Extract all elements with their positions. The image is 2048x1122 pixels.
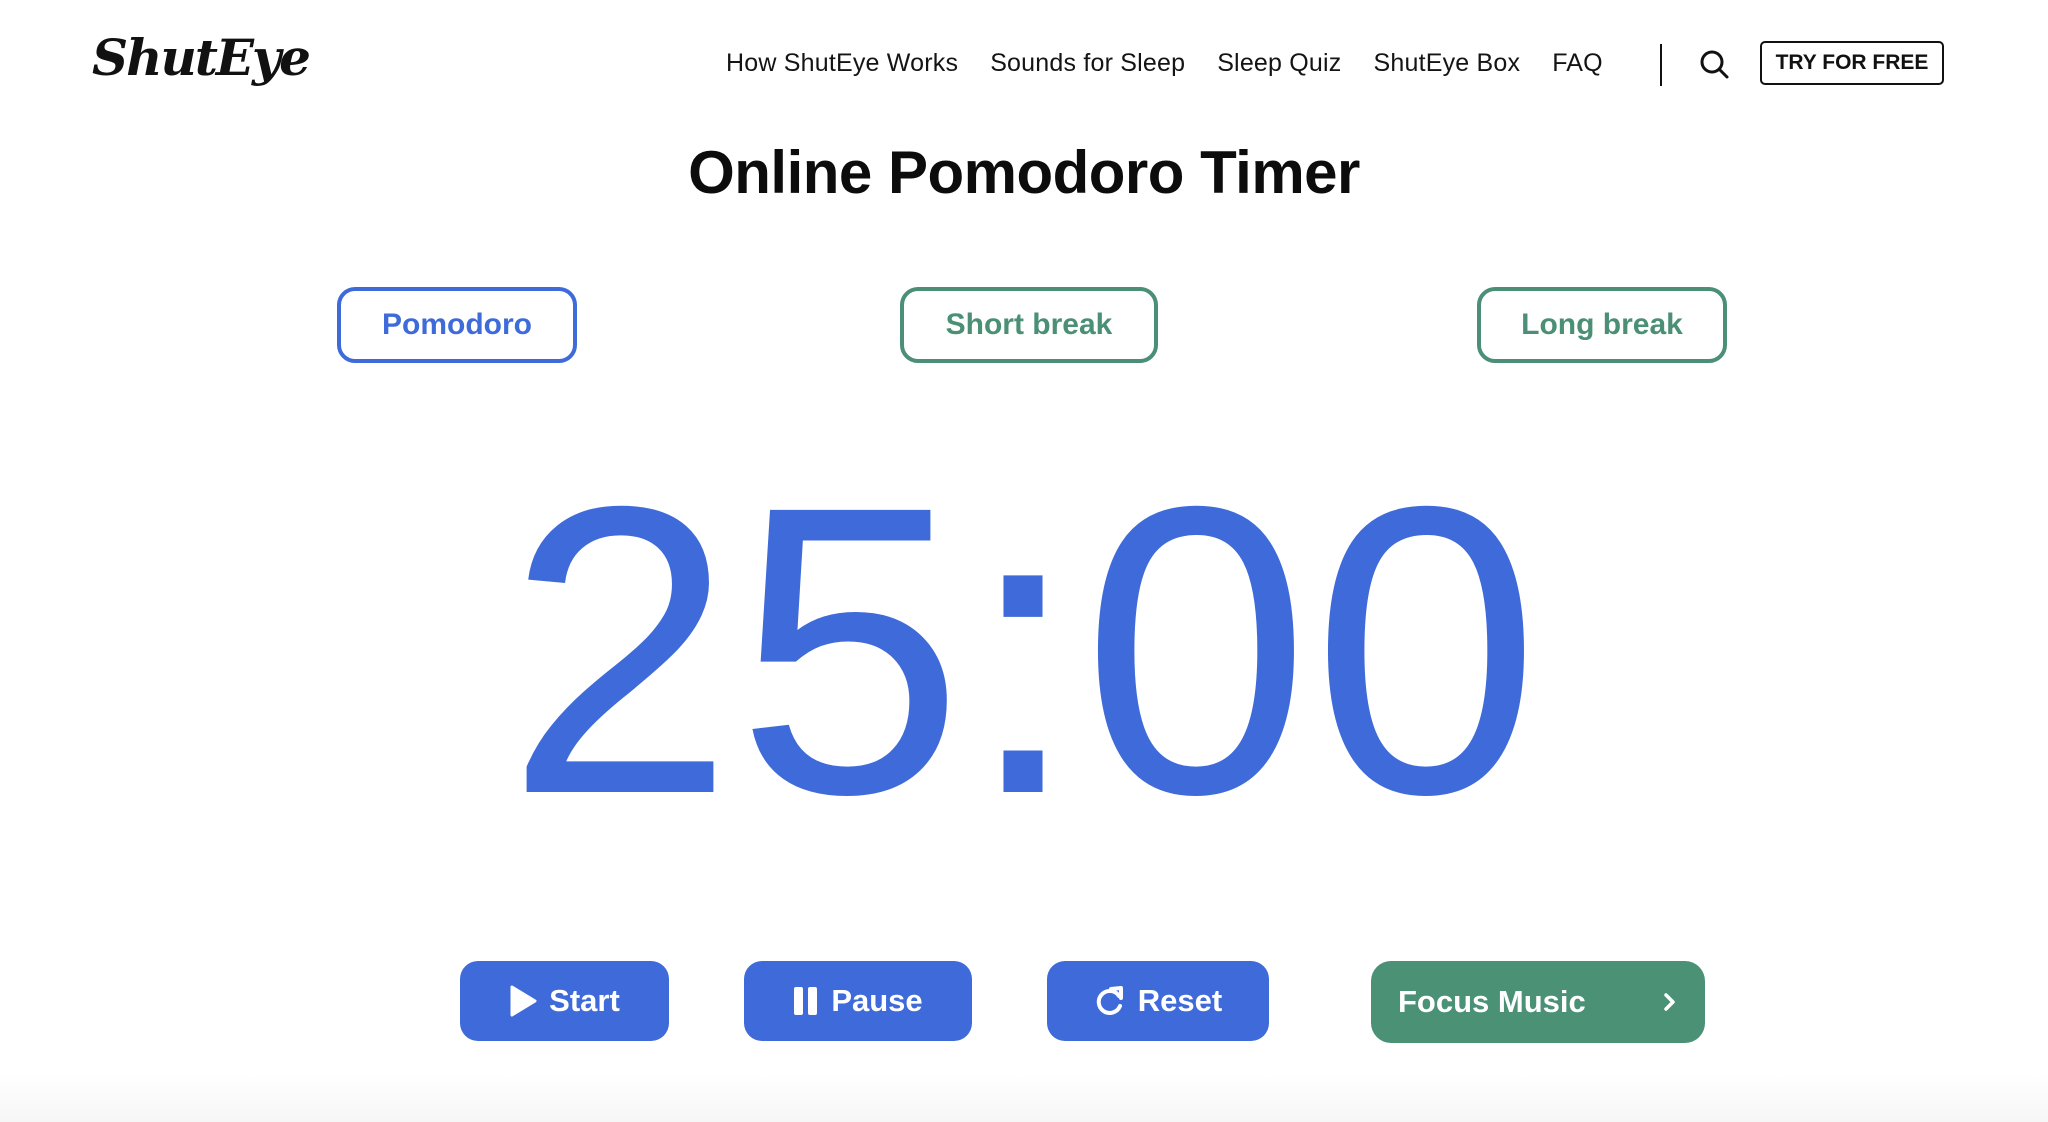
focus-music-label: Focus Music bbox=[1398, 984, 1586, 1019]
focus-music-button[interactable]: Focus Music bbox=[1371, 961, 1705, 1043]
chevron-right-icon bbox=[1664, 993, 1675, 1011]
pause-icon bbox=[794, 987, 818, 1015]
logo[interactable]: ShutEye bbox=[92, 28, 311, 87]
timer-display: 25:00 bbox=[505, 421, 1542, 879]
reset-icon bbox=[1096, 986, 1123, 1015]
tab-pomodoro[interactable]: Pomodoro bbox=[337, 287, 577, 363]
nav-sounds-for-sleep[interactable]: Sounds for Sleep bbox=[990, 49, 1185, 78]
tab-short-break[interactable]: Short break bbox=[900, 287, 1158, 363]
reset-label: Reset bbox=[1137, 983, 1223, 1018]
pause-label: Pause bbox=[831, 983, 923, 1018]
pause-button[interactable]: Pause bbox=[744, 961, 972, 1041]
start-button[interactable]: Start bbox=[460, 961, 669, 1041]
nav-shuteye-box[interactable]: ShutEye Box bbox=[1373, 49, 1520, 78]
main-nav: How ShutEye Works Sounds for Sleep Sleep… bbox=[726, 44, 1635, 82]
page-title: Online Pomodoro Timer bbox=[688, 139, 1360, 206]
search-button[interactable] bbox=[1698, 48, 1732, 82]
nav-divider bbox=[1660, 44, 1662, 86]
play-icon bbox=[510, 985, 537, 1017]
search-icon bbox=[1700, 50, 1729, 79]
nav-faq[interactable]: FAQ bbox=[1552, 49, 1603, 78]
start-label: Start bbox=[549, 983, 620, 1018]
tab-long-break[interactable]: Long break bbox=[1477, 287, 1727, 363]
try-for-free-button[interactable]: TRY FOR FREE bbox=[1760, 41, 1944, 85]
nav-sleep-quiz[interactable]: Sleep Quiz bbox=[1217, 49, 1341, 78]
reset-button[interactable]: Reset bbox=[1047, 961, 1269, 1041]
nav-how-shuteye-works[interactable]: How ShutEye Works bbox=[726, 49, 958, 78]
